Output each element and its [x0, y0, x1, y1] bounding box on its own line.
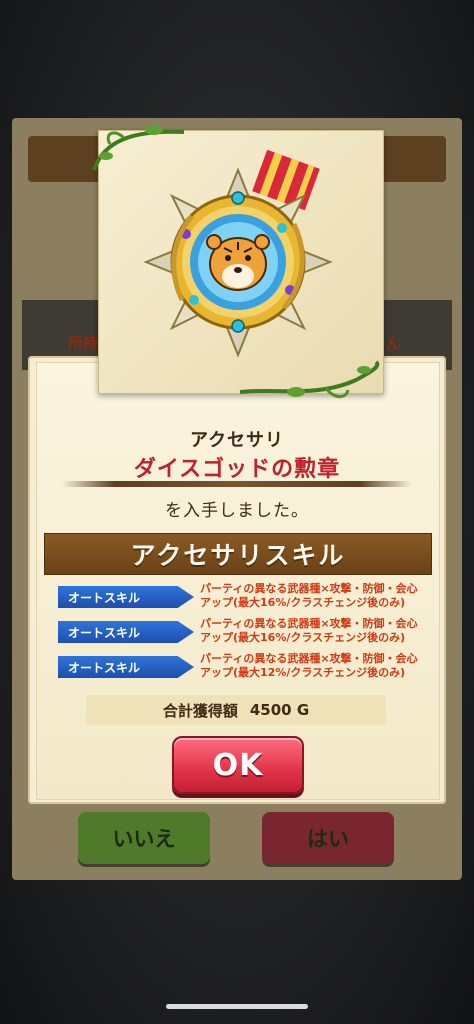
- total-value: 4500 G: [249, 701, 310, 719]
- divider: [62, 481, 412, 487]
- auto-skill-tag: オートスキル: [58, 656, 194, 678]
- underlying-label-left: 所持: [68, 334, 99, 352]
- yes-button[interactable]: はい: [262, 812, 394, 864]
- skill-row: オートスキル パーティの異なる武器種×攻撃・防御・会心 アップ(最大16%/クラ…: [58, 582, 418, 616]
- item-name: ダイスゴッドの勲章: [133, 457, 341, 482]
- total-gold-bar: 合計獲得額 4500 G: [86, 695, 386, 725]
- obtained-message: を入手しました。: [165, 501, 309, 521]
- skill-row: オートスキル パーティの異なる武器種×攻撃・防御・会心 アップ(最大16%/クラ…: [58, 617, 418, 651]
- skill-description: パーティの異なる武器種×攻撃・防御・会心 アップ(最大12%/クラスチェンジ後の…: [200, 652, 418, 679]
- home-indicator[interactable]: [166, 1004, 308, 1009]
- skill-row: オートスキル パーティの異なる武器種×攻撃・防御・会心 アップ(最大12%/クラ…: [58, 652, 418, 686]
- no-button[interactable]: いいえ: [78, 812, 210, 864]
- auto-skill-tag: オートスキル: [58, 586, 194, 608]
- skill-section-header: アクセサリスキル: [44, 533, 432, 575]
- underlying-label-right: ん: [386, 334, 402, 352]
- tiger-medal-icon: [143, 150, 333, 358]
- item-category: アクセサリ: [189, 430, 285, 451]
- total-label: 合計獲得額: [162, 701, 238, 720]
- ok-button[interactable]: OK: [172, 736, 304, 794]
- skill-description: パーティの異なる武器種×攻撃・防御・会心 アップ(最大16%/クラスチェンジ後の…: [200, 617, 418, 644]
- auto-skill-tag: オートスキル: [58, 621, 194, 643]
- skill-description: パーティの異なる武器種×攻撃・防御・会心 アップ(最大16%/クラスチェンジ後の…: [200, 582, 418, 609]
